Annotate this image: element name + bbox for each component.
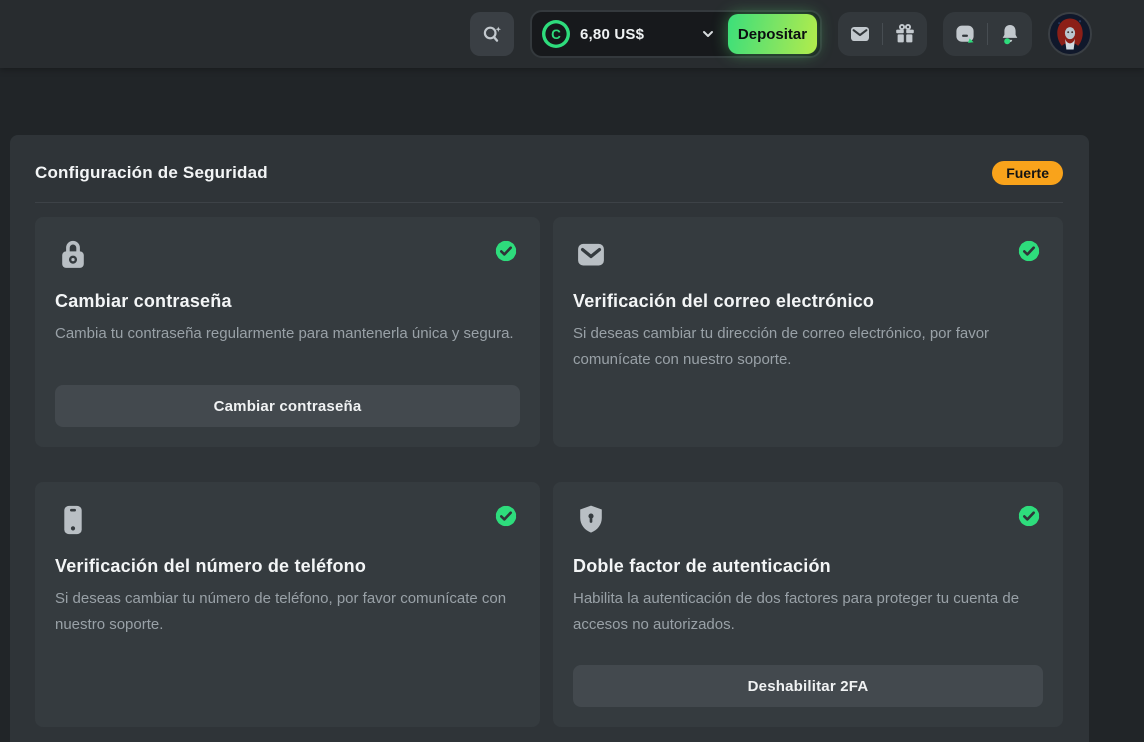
panel-header: Configuración de Seguridad Fuerte: [35, 161, 1063, 185]
notifications-button[interactable]: [988, 12, 1032, 56]
chevron-down-icon: [701, 27, 715, 41]
chat-bell-group: [943, 12, 1032, 56]
disable-2fa-button[interactable]: Deshabilitar 2FA: [573, 665, 1043, 707]
chat-button[interactable]: [943, 12, 987, 56]
security-cards-grid: Cambiar contraseña Cambia tu contraseña …: [35, 217, 1063, 727]
avatar[interactable]: [1048, 12, 1092, 56]
balance-amount: 6,80 US$: [580, 26, 644, 43]
two-factor-card: Doble factor de autenticación Habilita l…: [553, 482, 1063, 727]
coin-icon: C: [541, 19, 571, 49]
search-icon: [480, 22, 504, 46]
gift-icon: [893, 22, 917, 46]
password-strength-badge: Fuerte: [992, 161, 1063, 185]
svg-text:C: C: [551, 27, 561, 42]
page-title: Configuración de Seguridad: [35, 163, 268, 183]
mail-icon: [573, 237, 609, 273]
header-divider: [35, 202, 1063, 203]
phone-icon: [55, 502, 91, 538]
gift-button[interactable]: [883, 12, 927, 56]
phone-verification-card: Verificación del número de teléfono Si d…: [35, 482, 540, 727]
mail-button[interactable]: [838, 12, 882, 56]
security-settings-panel: Configuración de Seguridad Fuerte: [10, 135, 1089, 742]
bell-icon: [998, 22, 1022, 46]
wallet-selector[interactable]: C 6,80 US$ Depositar: [530, 10, 822, 58]
mail-icon: [848, 22, 872, 46]
deposit-button[interactable]: Depositar: [728, 14, 817, 54]
lock-icon: [55, 237, 91, 273]
verified-badge-icon: [492, 237, 520, 265]
card-title: Doble factor de autenticación: [573, 556, 1043, 577]
card-title: Verificación del número de teléfono: [55, 556, 520, 577]
card-description: Si deseas cambiar tu dirección de correo…: [573, 321, 1043, 373]
verified-badge-icon: [492, 502, 520, 530]
change-password-card: Cambiar contraseña Cambia tu contraseña …: [35, 217, 540, 447]
verified-badge-icon: [1015, 237, 1043, 265]
chat-icon: [953, 22, 977, 46]
card-description: Cambia tu contraseña regularmente para m…: [55, 321, 520, 347]
card-title: Cambiar contraseña: [55, 291, 520, 312]
change-password-button[interactable]: Cambiar contraseña: [55, 385, 520, 427]
verified-badge-icon: [1015, 502, 1043, 530]
card-description: Habilita la autenticación de dos factore…: [573, 586, 1043, 638]
card-description: Si deseas cambiar tu número de teléfono,…: [55, 586, 520, 638]
shield-icon: [573, 502, 609, 538]
mail-gift-group: [838, 12, 927, 56]
security-settings-page: C 6,80 US$ Depositar: [0, 0, 1144, 742]
topbar: C 6,80 US$ Depositar: [0, 0, 1144, 68]
email-verification-card: Verificación del correo electrónico Si d…: [553, 217, 1063, 447]
card-title: Verificación del correo electrónico: [573, 291, 1043, 312]
search-button[interactable]: [470, 12, 514, 56]
